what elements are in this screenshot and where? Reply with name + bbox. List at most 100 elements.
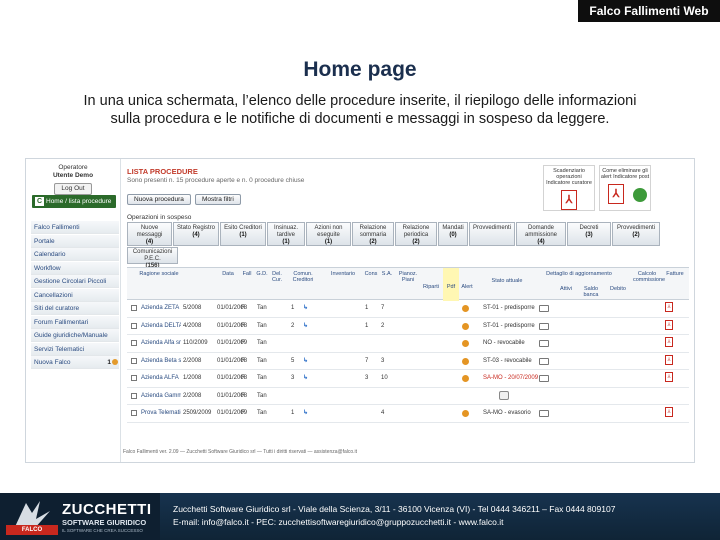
chip-domande[interactable]: Domande ammissione (4) [516,222,566,246]
alert-icon[interactable] [462,305,469,312]
show-filters-button[interactable]: Mostra filtri [195,194,241,205]
pdf-icon[interactable]: ⅄ [665,337,673,347]
home-list-button[interactable]: C Home / lista procedure [32,195,116,208]
chip-pec[interactable]: Comunicazioni P.E.C. (156) [127,247,178,269]
table-row[interactable]: Azienda ALFA 1/2008 01/01/2008 F Tan 3 3 10 SA-M… [127,370,689,388]
sidebar-item-workflow[interactable]: Workflow [31,261,119,275]
sidebar-item-calendario[interactable]: Calendario [31,248,119,261]
sidebar-item-forum[interactable]: Forum Fallimentari [31,315,119,329]
alert-help-panel[interactable]: Come eliminare gli alert Indicatore post… [599,165,651,211]
message-icon[interactable] [539,410,549,417]
cell-fall: F [241,322,245,329]
table-row[interactable]: Prova Telematica2509/200901/01/2009FTan1… [127,405,689,423]
sidebar-item-guide[interactable]: Guide giuridiche/Manuale [31,329,119,342]
chip-rel-periodica[interactable]: Relazione periodica (2) [395,222,437,246]
col-debito[interactable]: Debito [607,286,629,292]
open-arrow-icon[interactable]: ↳ [303,405,308,422]
row-checkbox[interactable] [131,410,137,416]
table-row[interactable]: Azienda Gamma2/200801/01/2008FTan [127,388,689,405]
col-sa[interactable]: S.A. [379,271,395,277]
alert-icon[interactable] [462,322,469,330]
chip-decreti[interactable]: Decreti (3) [567,222,611,246]
col-stato[interactable]: Stato attuale [477,278,537,284]
open-arrow-icon[interactable]: ↳ [303,353,308,370]
row-checkbox[interactable] [131,392,137,399]
col-data[interactable]: Data [217,271,239,277]
chip-azioni[interactable]: Azioni non eseguite (1) [306,222,351,246]
cell-name[interactable]: Azienda Beta srl [141,353,181,370]
col-riparti[interactable]: Riparti [421,284,441,290]
open-arrow-icon[interactable]: ↳ [303,318,308,335]
table-row[interactable]: Azienda DELTA 4/2008 01/01/2008 F Tan 2 1 2 ST-0… [127,318,689,335]
col-fatture[interactable]: Fatture [663,271,687,277]
cell-stato: NO - revocabile [483,340,525,346]
sidebar-item-portale[interactable]: Portale [31,234,119,248]
cell-stato: SA-MO - 20/07/2009 [483,375,539,381]
message-icon[interactable] [539,340,549,347]
chip-esito-creditori[interactable]: Esito Creditori (1) [220,222,266,246]
chip-insinuazioni[interactable]: Insinuaz. tardive (1) [267,222,305,246]
row-checkbox[interactable] [131,340,137,346]
col-ragione[interactable]: Ragione sociale [139,271,179,277]
sidebar-item-nuova-falco[interactable]: Nuova Falco 1 [31,356,119,369]
pdf-icon[interactable]: ⅄ [665,302,673,312]
logout-button[interactable]: Log Out [54,183,92,195]
table-row[interactable]: Azienda ZETA 5/2008 01/01/2008 F Tan 1 1 7 ST-01… [127,300,689,318]
col-pdf[interactable]: Pdf [443,284,459,290]
sidebar-item-servizi[interactable]: Servizi Telematici [31,342,119,356]
schedule-panel[interactable]: Scadenziario operazioni Indicatore curat… [543,165,595,211]
open-arrow-icon[interactable]: ↳ [303,300,308,317]
col-alert[interactable]: Alert [459,284,475,290]
sidebar-item-siti-curatore[interactable]: Siti del curatore [31,302,119,315]
cell-comm: 1 [291,305,295,311]
new-procedure-button[interactable]: Nuova procedura [127,194,191,205]
col-saldo[interactable]: Saldo banca [579,286,603,298]
pdf-icon[interactable]: ⅄ [665,372,673,382]
row-checkbox[interactable] [131,305,137,311]
message-icon[interactable] [539,305,549,312]
message-icon[interactable] [539,322,549,330]
message-icon[interactable] [539,357,549,365]
cell-name[interactable]: Azienda Gamma [141,388,181,405]
col-attivi[interactable]: Attivi [555,286,577,292]
cell-name[interactable]: Azienda ZETA [141,300,181,317]
sidebar-item-falco-fallimenti[interactable]: Falco Fallimenti [31,221,119,234]
col-commissione[interactable]: Calcolo commissione [633,271,665,283]
col-pp[interactable]: Pianoz. Piani [395,271,421,283]
pdf-icon[interactable]: ⅄ [665,354,673,365]
col-gd[interactable]: G.D. [255,271,269,277]
chip-nuove-messaggi[interactable]: Nuove messaggi (4) [127,222,172,246]
pdf-icon[interactable]: ⅄ [665,319,673,330]
cell-sa: 7 [381,305,385,311]
open-arrow-icon[interactable]: ↳ [303,370,308,387]
row-checkbox[interactable] [131,375,137,381]
chip-provvedimenti-b[interactable]: Provvedimenti (2) [612,222,660,246]
alert-icon[interactable] [462,410,469,417]
row-checkbox[interactable] [131,322,137,329]
chip-mandati[interactable]: Mandati (0) [438,222,468,246]
alert-icon[interactable] [462,375,469,382]
col-fall[interactable]: Fall [239,271,255,277]
row-checkbox[interactable] [131,357,137,364]
table-row[interactable]: Azienda Alfa srl 110/2009 01/01/2009 F Tan NO… [127,335,689,353]
message-icon[interactable] [539,375,549,382]
chip-stato-registro[interactable]: Stato Registro (4) [173,222,219,246]
cell-name[interactable]: Azienda DELTA [141,318,181,335]
col-cons[interactable]: Cons [363,271,379,277]
chip-rel-sommaria[interactable]: Relazione sommaria (2) [352,222,394,246]
chip-provvedimenti-a[interactable]: Provvedimenti [469,222,515,246]
cell-name[interactable]: Azienda Alfa srl [141,335,181,352]
cell-name[interactable]: Prova Telematica [141,405,181,422]
col-del[interactable]: Del. Cur. [269,271,285,283]
cell-cons: 1 [365,322,369,329]
alert-icon[interactable] [462,357,469,365]
sidebar-item-cancellazioni[interactable]: Cancellazioni [31,288,119,302]
row-action-button[interactable] [499,390,509,400]
col-comm[interactable]: Comun. Creditori [287,271,319,283]
alert-icon[interactable] [462,340,469,347]
cell-name[interactable]: Azienda ALFA [141,370,181,387]
col-inv[interactable]: Inventario [327,271,359,277]
pdf-icon[interactable]: ⅄ [665,407,673,417]
sidebar-item-circolari[interactable]: Gestione Circolari Piccoli [31,275,119,288]
table-row[interactable]: Azienda Beta srl 2/2008 01/01/2008 F Tan 5 7 3 S… [127,353,689,370]
